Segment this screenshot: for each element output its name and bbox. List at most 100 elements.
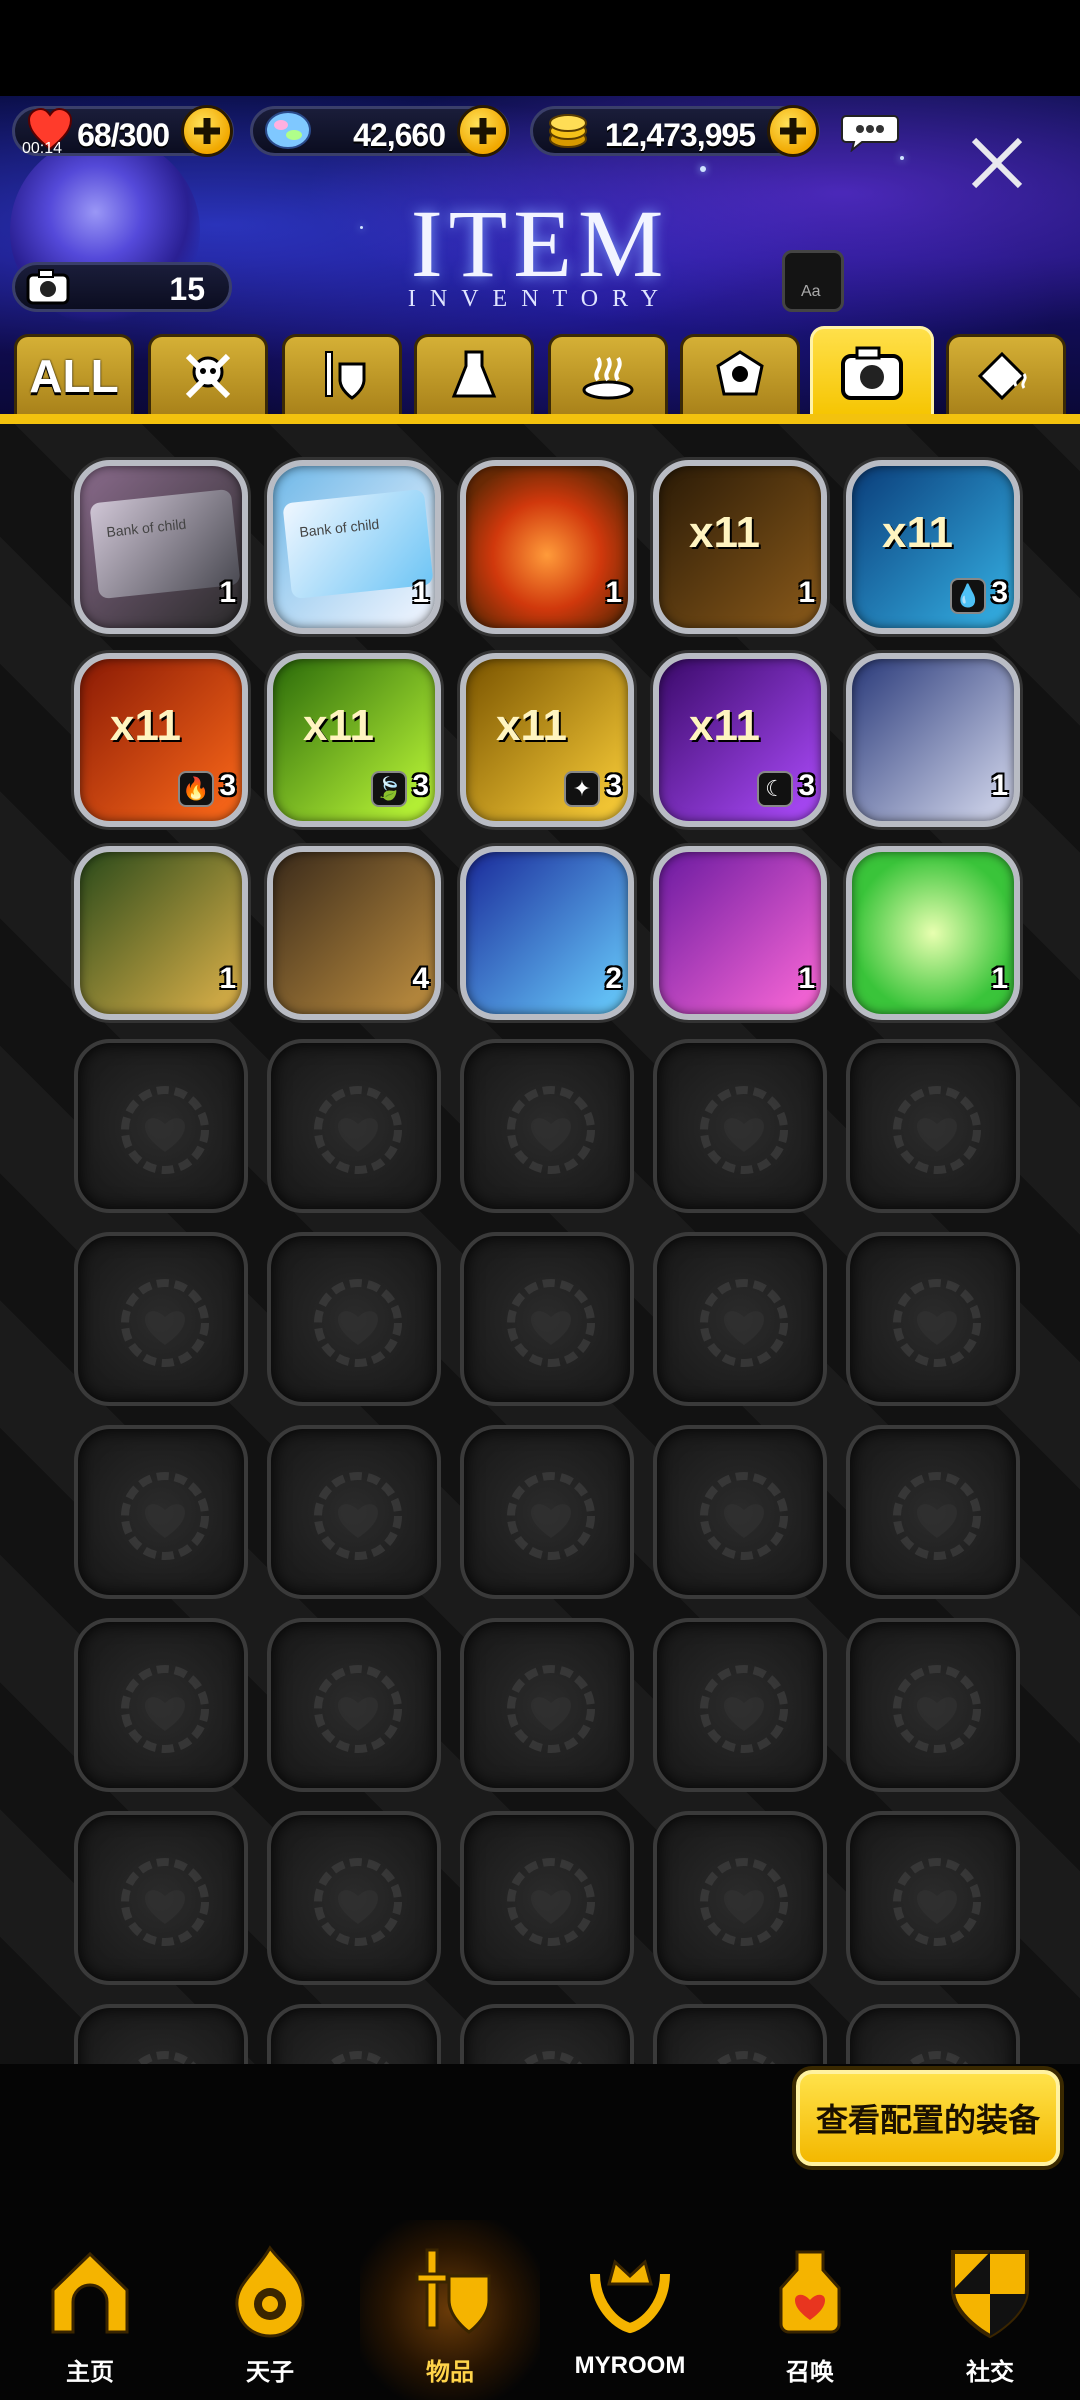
heart-gear-emblem-icon [893, 1665, 981, 1753]
tab-spa[interactable] [548, 334, 668, 414]
item-slot-x11-ticket-dark[interactable]: x11 1 [653, 460, 827, 634]
camera-box-icon [841, 346, 903, 400]
nav-items[interactable]: 物品 [360, 2220, 540, 2400]
item-slot-black-bank-card[interactable]: Bank of child 1 [74, 460, 248, 634]
gems-value: 42,660 [353, 117, 446, 153]
empty-slot [74, 1811, 248, 1985]
heart-gear-emblem-icon [700, 1279, 788, 1367]
photo-box-counter[interactable]: 15 [12, 262, 232, 312]
item-slot-x11-ticket-water[interactable]: x11 💧 3 [846, 460, 1020, 634]
tab-crest[interactable] [680, 334, 800, 414]
empty-slot [460, 1232, 634, 1406]
gold-counter: 12,473,995 [530, 105, 820, 157]
heart-gear-emblem-icon [133, 2051, 197, 2064]
shield-icon [951, 2250, 1029, 2339]
item-quantity: 3 [991, 576, 1008, 609]
sparkle [900, 156, 904, 160]
empty-slot [267, 1232, 441, 1406]
sword-shield-icon [325, 350, 366, 400]
nav-tenshi[interactable]: 天子 [180, 2220, 360, 2400]
empty-slot [846, 1811, 1020, 1985]
tab-all[interactable]: ALL [14, 334, 134, 414]
empty-slot [460, 1425, 634, 1599]
item-quantity: 3 [412, 769, 429, 802]
empty-slot [653, 1039, 827, 1213]
heart-gear-emblem-icon [700, 1472, 788, 1560]
empty-slot [846, 1618, 1020, 1792]
heart-gear-emblem-icon [893, 1858, 981, 1946]
item-quantity: 3 [798, 769, 815, 802]
heart-gear-emblem-icon [893, 1279, 981, 1367]
stamina-value: 68/300 [77, 117, 170, 153]
chat-icon[interactable] [840, 112, 900, 152]
add-gems-button[interactable] [457, 105, 509, 157]
x11-label: x11 [689, 508, 760, 557]
add-stamina-button[interactable] [181, 105, 233, 157]
empty-slot [846, 1232, 1020, 1406]
item-slot-blue-ticket[interactable]: 2 [460, 846, 634, 1020]
potion-heart-icon [779, 2250, 841, 2334]
nav-items-label: 物品 [426, 2359, 474, 2386]
item-slot-x11-ticket-wood[interactable]: x11 🍃 3 [267, 653, 441, 827]
tab-underline [0, 414, 1080, 424]
x11-label: x11 [496, 701, 567, 750]
heart-gear-emblem-icon [507, 1279, 595, 1367]
gold-value: 12,473,995 [604, 117, 756, 153]
item-slot-red-orb[interactable]: 1 [460, 460, 634, 634]
item-quantity: 1 [219, 962, 236, 995]
item-slot-compass-book[interactable]: 4 [267, 846, 441, 1020]
nav-social[interactable]: 社交 [900, 2220, 1080, 2400]
sword-shield-icon [415, 2248, 491, 2334]
page-subtitle: INVENTORY [407, 286, 673, 312]
tab-materials[interactable] [148, 334, 268, 414]
view-equipment-button[interactable]: 查看配置的装备 [796, 2070, 1060, 2166]
water-attribute-icon: 💧 [950, 578, 986, 614]
nav-summon[interactable]: 召唤 [720, 2220, 900, 2400]
heart-gear-emblem-icon [314, 1472, 402, 1560]
fire-attribute-icon: 🔥 [178, 771, 214, 807]
nav-social-label: 社交 [966, 2359, 1014, 2386]
heart-gear-emblem-icon [507, 1086, 595, 1174]
item-quantity: 1 [991, 962, 1008, 995]
item-slot-world-book[interactable]: 1 [74, 846, 248, 1020]
tab-equipment[interactable] [282, 334, 402, 414]
heart-gear-emblem-icon [507, 1665, 595, 1753]
flame-eye-icon [235, 2245, 305, 2338]
empty-slot [653, 1811, 827, 1985]
nav-myroom-label: MYROOM [574, 2352, 686, 2379]
empty-slot [74, 1232, 248, 1406]
font-button-label: Aa [801, 283, 821, 300]
item-quantity: 4 [412, 962, 429, 995]
heart-gear-emblem-icon [507, 1858, 595, 1946]
nav-home[interactable]: 主页 [0, 2220, 180, 2400]
item-slot-x11-ticket-dark-moon[interactable]: x11 ☾ 3 [653, 653, 827, 827]
empty-slot [846, 2004, 1020, 2064]
close-icon[interactable] [966, 132, 1028, 194]
nav-myroom[interactable]: MYROOM [540, 2220, 720, 2400]
tab-special[interactable] [810, 326, 934, 418]
add-gold-button[interactable] [767, 105, 819, 157]
item-slot-x11-ticket-fire[interactable]: x11 🔥 3 [74, 653, 248, 827]
heart-gear-emblem-icon [314, 1279, 402, 1367]
empty-slot [653, 1425, 827, 1599]
font-size-button[interactable]: Aa [782, 250, 844, 312]
flask-icon [451, 350, 497, 397]
item-quantity: 3 [219, 769, 236, 802]
item-slot-pink-ticket[interactable]: 1 [653, 846, 827, 1020]
item-slot-green-sword-ticket[interactable]: 1 [846, 846, 1020, 1020]
card-bank-name: Bank of child [298, 515, 380, 541]
item-slot-x11-ticket-light[interactable]: x11 ✦ 3 [460, 653, 634, 827]
empty-slot [74, 2004, 248, 2064]
heart-gear-emblem-icon [893, 1086, 981, 1174]
empty-slot [74, 1618, 248, 1792]
heart-gear-emblem-icon [314, 1665, 402, 1753]
stamina-timer: 00:14 [22, 140, 63, 157]
tab-potions[interactable] [414, 334, 534, 414]
dark-attribute-icon: ☾ [757, 771, 793, 807]
item-slot-white-bank-card[interactable]: Bank of child 1 [267, 460, 441, 634]
tab-etc[interactable] [946, 334, 1066, 414]
item-quantity: 3 [605, 769, 622, 802]
page-title: ITEM [410, 190, 670, 297]
heart-gear-emblem-icon [314, 1086, 402, 1174]
item-slot-letter[interactable]: 1 [846, 653, 1020, 827]
